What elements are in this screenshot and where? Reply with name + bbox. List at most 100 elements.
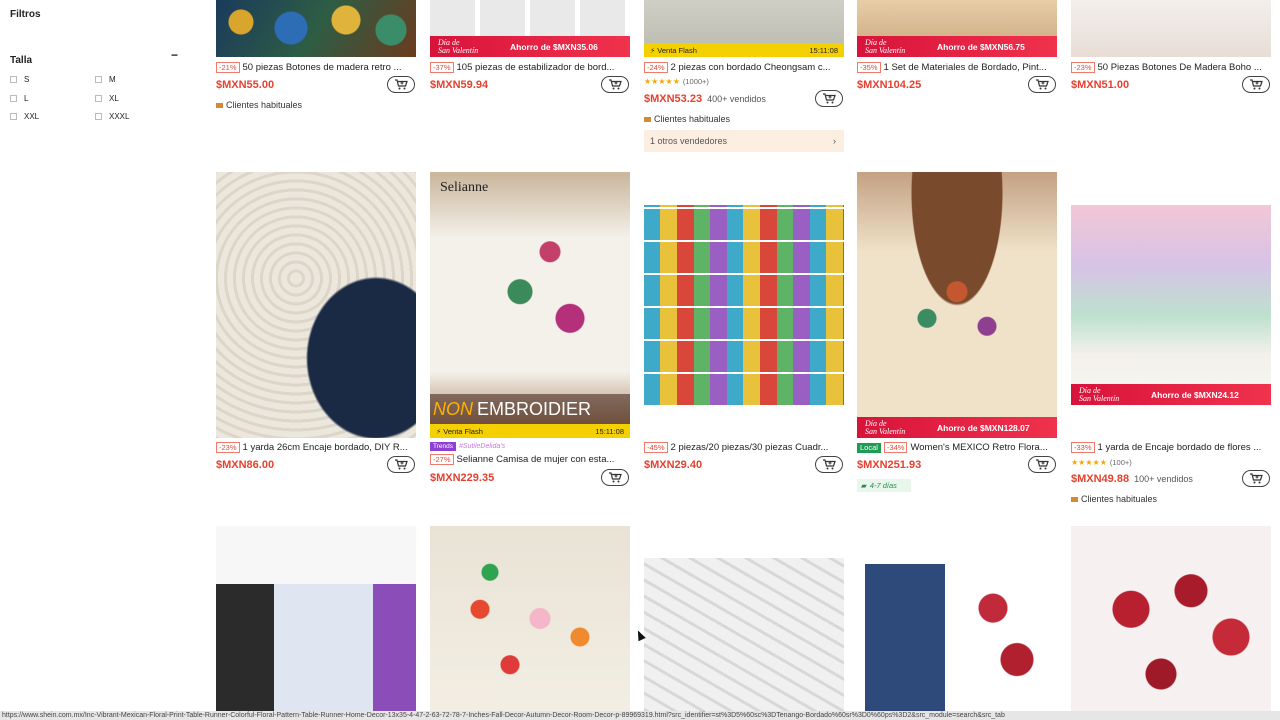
add-to-cart-button[interactable]: [601, 76, 629, 93]
medal-icon: [1071, 496, 1078, 502]
other-sellers-button[interactable]: 1 otros vendedores ›: [644, 130, 844, 152]
discount-badge: -23%: [1071, 62, 1095, 73]
product-title[interactable]: 105 piezas de estabilizador de bord...: [457, 62, 615, 73]
product-image[interactable]: ⚡ Venta Flash 15:11:08: [644, 0, 844, 57]
product-card[interactable]: [430, 526, 630, 711]
add-to-cart-button[interactable]: [601, 469, 629, 486]
add-to-cart-button[interactable]: [1028, 76, 1056, 93]
product-title-row[interactable]: -33% 1 yarda de Encaje bordado de flores…: [1071, 442, 1271, 453]
checkbox-icon[interactable]: [95, 95, 102, 102]
size-filter-header[interactable]: Talla −: [10, 49, 180, 66]
rating-count: (1000+): [682, 77, 709, 86]
product-card[interactable]: [1071, 526, 1271, 711]
add-to-cart-button[interactable]: [815, 456, 843, 473]
product-image[interactable]: [216, 526, 416, 711]
product-image[interactable]: [1071, 0, 1271, 57]
promo-banner: Día de San Valentín Ahorro de $MXN128.07: [857, 417, 1057, 438]
product-title[interactable]: 2 piezas/20 piezas/30 piezas Cuadr...: [671, 442, 829, 453]
product-title[interactable]: 50 piezas Botones de madera retro ...: [243, 62, 402, 73]
product-title-row[interactable]: -45% 2 piezas/20 piezas/30 piezas Cuadr.…: [644, 442, 858, 453]
product-title-row[interactable]: -23% 50 Piezas Botones De Madera Boho ..…: [1071, 62, 1271, 73]
add-to-cart-button[interactable]: [387, 76, 415, 93]
product-image[interactable]: [430, 526, 630, 711]
discount-badge: -24%: [644, 62, 668, 73]
add-to-cart-button[interactable]: [1242, 470, 1270, 487]
product-title-row[interactable]: Local -34% Women's MEXICO Retro Flora...: [857, 442, 1071, 453]
checkbox-icon[interactable]: [10, 95, 17, 102]
product-image[interactable]: Día de San Valentín Ahorro de $MXN128.07: [857, 172, 1057, 438]
product-card[interactable]: [216, 526, 416, 711]
price-row: $MXN59.94: [430, 76, 630, 94]
local-tag: Local: [857, 442, 881, 453]
product-image[interactable]: [857, 564, 1057, 711]
product-title-row[interactable]: -35% 1 Set de Materiales de Bordado, Pin…: [857, 62, 1071, 73]
cart-icon: [1250, 473, 1263, 484]
product-image[interactable]: [1071, 526, 1271, 711]
add-to-cart-button[interactable]: [1242, 76, 1270, 93]
checkbox-icon[interactable]: [95, 113, 102, 120]
promo-banner: Día de San Valentín Ahorro de $MXN56.75: [857, 36, 1057, 57]
price-row: $MXN51.00: [1071, 76, 1271, 94]
savings-label: Ahorro de $MXN56.75: [937, 41, 1025, 52]
product-title[interactable]: 50 Piezas Botones De Madera Boho ...: [1098, 62, 1262, 73]
product-image[interactable]: Selianne NON EMBROIDIER ⚡ Venta Flash 15:…: [430, 172, 630, 438]
product-title-row[interactable]: -21% 50 piezas Botones de madera retro .…: [216, 62, 430, 73]
add-to-cart-button[interactable]: [815, 90, 843, 107]
product-image[interactable]: Día de San Valentín Ahorro de $MXN24.12: [1071, 205, 1271, 405]
product-image[interactable]: [644, 558, 844, 711]
product-title[interactable]: 2 piezas con bordado Cheongsam c...: [671, 62, 831, 73]
product-title-row[interactable]: -27% Selianne Camisa de mujer con esta..…: [430, 454, 644, 465]
product-title[interactable]: Selianne Camisa de mujer con esta...: [457, 454, 615, 465]
size-option-xxl[interactable]: XXL: [10, 112, 39, 121]
product-title[interactable]: 1 Set de Materiales de Bordado, Pint...: [884, 62, 1047, 73]
savings-label: Ahorro de $MXN35.06: [510, 41, 598, 52]
size-option-s[interactable]: S: [10, 75, 29, 84]
trends-tag: Trends: [430, 442, 456, 451]
valentines-label: Día de San Valentín: [865, 418, 906, 436]
lightning-icon: ⚡: [436, 426, 442, 436]
cart-icon: [1036, 79, 1049, 90]
add-to-cart-button[interactable]: [387, 456, 415, 473]
size-option-l[interactable]: L: [10, 94, 28, 103]
chevron-right-icon: ›: [833, 136, 836, 146]
add-to-cart-button[interactable]: [1028, 456, 1056, 473]
valentines-label: Día de San Valentín: [438, 37, 479, 55]
size-option-m[interactable]: M: [95, 75, 116, 84]
discount-badge: -27%: [430, 454, 454, 465]
cart-icon: [609, 472, 622, 483]
flash-countdown: 15:11:08: [595, 426, 624, 436]
flash-countdown: 15:11:08: [809, 45, 838, 55]
product-card[interactable]: [644, 558, 844, 711]
size-option-xl[interactable]: XL: [95, 94, 119, 103]
checkbox-icon[interactable]: [10, 113, 17, 120]
trends-row: Trends #SutileDelida's: [430, 442, 644, 451]
product-price: $MXN55.00: [216, 79, 275, 91]
product-image[interactable]: Día de San Valentín Ahorro de $MXN56.75: [857, 0, 1057, 57]
product-image[interactable]: [216, 172, 416, 438]
collapse-minus-icon[interactable]: −: [171, 49, 178, 61]
trends-subtag: #SutileDelida's: [459, 443, 506, 450]
valentines-label: Día de San Valentín: [1079, 385, 1120, 403]
medal-icon: [216, 102, 223, 108]
cart-icon: [395, 459, 408, 470]
product-image[interactable]: [644, 205, 844, 405]
product-title-row[interactable]: -24% 2 piezas con bordado Cheongsam c...: [644, 62, 858, 73]
product-price: $MXN53.23: [644, 93, 703, 105]
product-title[interactable]: 1 yarda de Encaje bordado de flores ...: [1098, 442, 1262, 453]
product-card[interactable]: [857, 564, 1057, 711]
price-row: $MXN229.35: [430, 469, 630, 487]
cart-icon: [1250, 79, 1263, 90]
product-title[interactable]: Women's MEXICO Retro Flora...: [910, 442, 1047, 453]
checkbox-icon[interactable]: [10, 76, 17, 83]
product-price: $MXN104.25: [857, 79, 922, 91]
product-title[interactable]: 1 yarda 26cm Encaje bordado, DIY R...: [243, 442, 408, 453]
price-row: $MXN29.40: [644, 456, 844, 474]
size-option-xxxl[interactable]: XXXL: [95, 112, 129, 121]
product-image[interactable]: [216, 0, 416, 57]
product-image[interactable]: Día de San Valentín Ahorro de $MXN35.06: [430, 0, 630, 57]
promo-banner: Día de San Valentín Ahorro de $MXN35.06: [430, 36, 630, 57]
rating-count: (100+): [1109, 458, 1132, 467]
product-title-row[interactable]: -37% 105 piezas de estabilizador de bord…: [430, 62, 644, 73]
product-title-row[interactable]: -23% 1 yarda 26cm Encaje bordado, DIY R.…: [216, 442, 430, 453]
checkbox-icon[interactable]: [95, 76, 102, 83]
